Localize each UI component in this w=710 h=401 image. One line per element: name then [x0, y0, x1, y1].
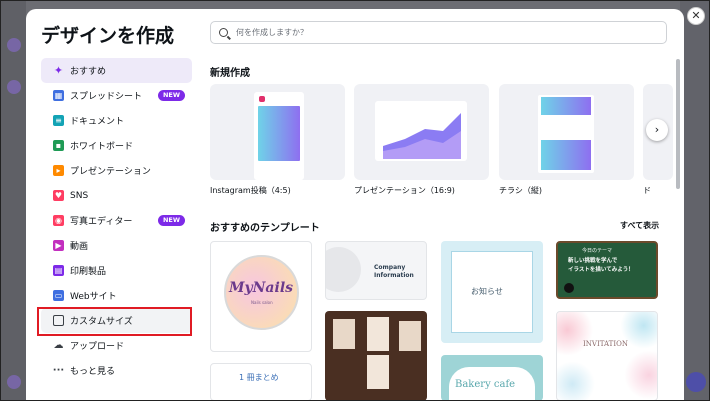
sidebar-item-sns[interactable]: ♥ SNS [41, 183, 192, 208]
modal-title: デザインを作成 [41, 25, 175, 47]
sidebar-item-video[interactable]: ▶ 動画 [41, 233, 192, 258]
template-mynails[interactable]: MyNails Nails salon [210, 241, 312, 352]
sidebar-item-label: おすすめ [70, 67, 107, 77]
mynails-text: MyNails [229, 280, 294, 296]
template-brown[interactable] [325, 311, 427, 401]
background-avatar [686, 372, 706, 392]
new-section-title: 新規作成 [210, 68, 250, 79]
invitation-text: INVITATION [583, 340, 628, 348]
template-invitation[interactable]: INVITATION [556, 311, 658, 401]
card-presentation[interactable] [354, 84, 489, 180]
brown-photo [333, 319, 355, 349]
chevron-right-icon: › [654, 123, 660, 136]
custom-size-highlight [37, 307, 192, 336]
brown-photo [367, 355, 389, 389]
instagram-gradient [258, 106, 300, 161]
chalkboard-text: 新しい挑戦を学んで イラストを描いてみよう！ [568, 258, 634, 273]
background-canvas-left [0, 0, 26, 401]
instagram-preview [254, 92, 304, 180]
template-chalkboard[interactable]: 今日のテーマ 新しい挑戦を学んで イラストを描いてみよう！ [556, 241, 658, 299]
modal-scrollbar[interactable] [676, 59, 680, 189]
sidebar-item-label: 印刷製品 [70, 267, 107, 277]
card-label-instagram: Instagram投稿（4:5) [210, 186, 291, 195]
presentation-icon: ▸ [53, 165, 64, 176]
company-text: Company Information [374, 264, 414, 279]
search-icon [219, 28, 228, 37]
background-dot [7, 375, 21, 389]
sidebar-item-print[interactable]: ▤ 印刷製品 [41, 258, 192, 283]
camera-icon: ◉ [53, 215, 64, 226]
search-placeholder: 何を作成しますか？ [236, 28, 308, 37]
background-dot [7, 80, 21, 94]
video-icon: ▶ [53, 240, 64, 251]
sidebar-item-label: ホワイトボード [70, 142, 134, 152]
print-icon: ▤ [53, 265, 64, 276]
sidebar-item-label: 写真エディター [70, 217, 133, 227]
presentation-preview [375, 101, 467, 161]
sidebar-item-presentation[interactable]: ▸ プレゼンテーション [41, 158, 192, 183]
show-all-link[interactable]: すべて表示 [620, 220, 659, 231]
sidebar-item-label: SNS [70, 190, 89, 201]
templates-section-title: おすすめのテンプレート [210, 223, 320, 234]
sidebar-item-label: 動画 [70, 242, 89, 252]
background-canvas-right [680, 0, 710, 401]
company-graphic [326, 247, 361, 292]
whiteboard-icon: ▪ [53, 140, 64, 151]
sidebar-item-label: Webサイト [70, 292, 117, 302]
sidebar-item-label: ドキュメント [70, 117, 125, 127]
area-chart-graphic [383, 113, 461, 159]
card-label-partial: ド [643, 186, 651, 195]
brown-photo [367, 317, 389, 351]
card-label-flyer: チラシ（縦) [499, 186, 542, 195]
flyer-footer [541, 140, 591, 170]
search-input[interactable]: 何を作成しますか？ [210, 21, 667, 44]
new-badge: NEW [157, 90, 185, 101]
close-icon: ✕ [691, 9, 701, 22]
flyer-header [541, 97, 591, 115]
card-label-presentation: プレゼンテーション（16:9) [354, 186, 455, 195]
sidebar-item-label: プレゼンテーション [70, 167, 151, 177]
brown-photo [399, 321, 421, 351]
sidebar-item-recommended[interactable]: ✦ おすすめ [41, 58, 192, 83]
chalkboard-title: 今日のテーマ [582, 248, 613, 254]
sidebar-item-spreadsheet[interactable]: ▦ スプレッドシート NEW [41, 83, 192, 108]
template-matome[interactable]: 1 冊まとめ [210, 363, 312, 401]
new-badge: NEW [157, 215, 185, 226]
sparkle-icon: ✦ [53, 64, 64, 77]
spreadsheet-icon: ▦ [53, 90, 64, 101]
flyer-preview [538, 95, 594, 173]
template-bakery[interactable]: Bakery cafe [441, 355, 543, 401]
card-flyer[interactable] [499, 84, 634, 180]
sidebar-item-whiteboard[interactable]: ▪ ホワイトボード [41, 133, 192, 158]
sidebar-item-website[interactable]: ▭ Webサイト [41, 283, 192, 308]
sidebar-item-label: スプレッドシート [70, 92, 143, 102]
create-design-modal: デザインを作成 ✦ おすすめ ▦ スプレッドシート NEW ≡ ドキュメント ▪… [26, 9, 684, 401]
more-icon: ··· [52, 365, 65, 376]
oshirase-text: お知らせ [471, 287, 503, 296]
upload-icon: ☁ [53, 340, 64, 351]
background-dot [7, 38, 21, 52]
carousel-next-button[interactable]: › [646, 119, 668, 141]
sidebar-item-photo-editor[interactable]: ◉ 写真エディター NEW [41, 208, 192, 233]
play-icon [564, 283, 574, 293]
sidebar-item-more[interactable]: ··· もっと見る [41, 358, 192, 383]
heart-icon: ♥ [53, 190, 64, 201]
template-company[interactable]: Company Information [325, 241, 427, 300]
card-instagram[interactable] [210, 84, 345, 180]
instagram-icon [259, 96, 265, 102]
template-oshirase[interactable]: お知らせ [441, 241, 543, 343]
sidebar-item-label: アップロード [70, 342, 125, 352]
mynails-sub: Nails salon [251, 300, 273, 305]
watercolor-dots [557, 312, 657, 400]
sidebar-item-upload[interactable]: ☁ アップロード [41, 333, 192, 358]
sidebar-item-document[interactable]: ≡ ドキュメント [41, 108, 192, 133]
close-button[interactable]: ✕ [687, 7, 705, 25]
bakery-text: Bakery cafe [455, 379, 516, 390]
document-icon: ≡ [53, 115, 64, 126]
matome-text: 1 冊まとめ [239, 373, 279, 382]
sidebar-item-label: もっと見る [70, 367, 116, 377]
website-icon: ▭ [53, 290, 64, 301]
